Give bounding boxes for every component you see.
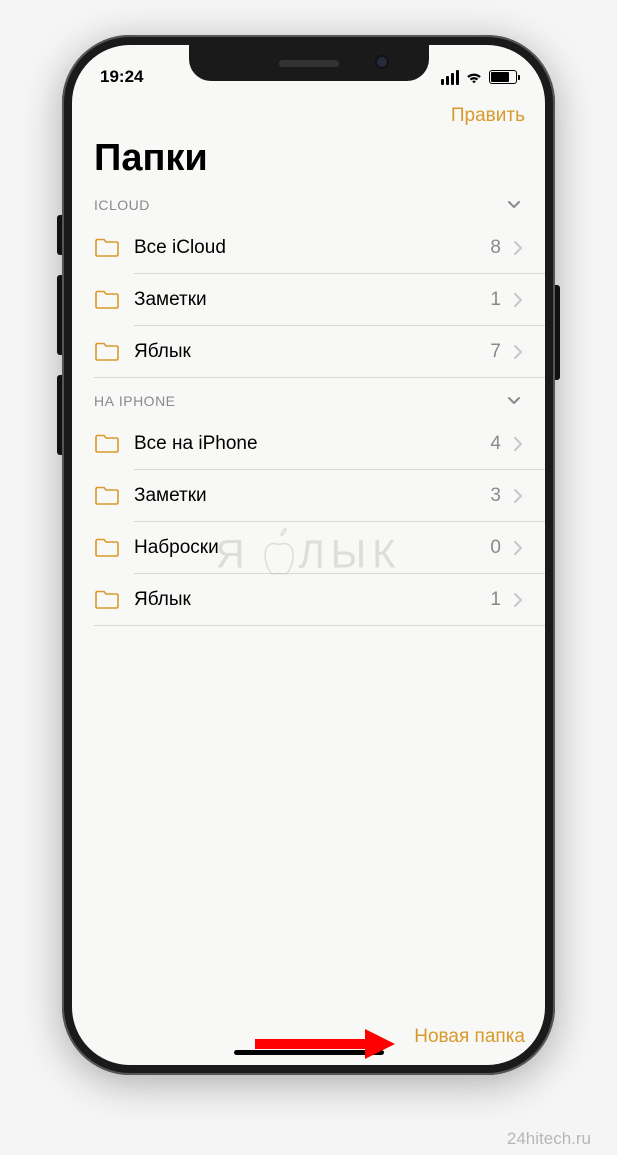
folder-row[interactable]: Заметки 3: [72, 470, 545, 522]
folder-count: 7: [490, 341, 501, 363]
folder-label: Заметки: [134, 289, 490, 311]
status-time: 19:24: [100, 67, 143, 87]
folder-icon: [94, 342, 120, 362]
folder-label: Яблык: [134, 341, 490, 363]
folder-label: Заметки: [134, 485, 490, 507]
chevron-right-icon: [513, 292, 523, 308]
folder-count: 0: [490, 537, 501, 559]
chevron-right-icon: [513, 540, 523, 556]
folder-row[interactable]: Все на iPhone 4: [72, 418, 545, 470]
folder-count: 1: [490, 289, 501, 311]
chevron-right-icon: [513, 488, 523, 504]
folder-icon: [94, 538, 120, 558]
folder-row[interactable]: Наброски 0: [72, 522, 545, 574]
front-camera: [375, 55, 389, 69]
folder-count: 4: [490, 433, 501, 455]
speaker-grille: [279, 60, 339, 67]
notch: [189, 45, 429, 81]
chevron-right-icon: [513, 240, 523, 256]
nav-bar: Править: [72, 95, 545, 133]
chevron-down-icon: [505, 196, 523, 214]
folder-row[interactable]: Яблык 1: [72, 574, 545, 626]
source-caption: 24hitech.ru: [507, 1129, 591, 1149]
new-folder-button[interactable]: Новая папка: [414, 1026, 525, 1048]
power-button: [555, 285, 560, 380]
folder-count: 3: [490, 485, 501, 507]
edit-button[interactable]: Править: [451, 105, 525, 127]
folder-count: 1: [490, 589, 501, 611]
folder-label: Все на iPhone: [134, 433, 490, 455]
folder-label: Яблык: [134, 589, 490, 611]
chevron-down-icon: [505, 392, 523, 410]
screen: 19:24 Править Папки ICLOUD: [72, 45, 545, 1065]
folder-list-icloud: Все iCloud 8 Заметки 1 Яблык 7: [72, 222, 545, 378]
folder-icon: [94, 486, 120, 506]
home-indicator[interactable]: [234, 1050, 384, 1055]
section-header-label: ICLOUD: [94, 197, 150, 213]
folder-icon: [94, 434, 120, 454]
folder-count: 8: [490, 237, 501, 259]
chevron-right-icon: [513, 436, 523, 452]
section-header-icloud[interactable]: ICLOUD: [72, 192, 545, 222]
folder-list-iphone: Все на iPhone 4 Заметки 3 Наброски 0: [72, 418, 545, 626]
status-indicators: [441, 70, 517, 85]
folder-row[interactable]: Яблык 7: [72, 326, 545, 378]
folder-row[interactable]: Все iCloud 8: [72, 222, 545, 274]
page-title: Папки: [72, 133, 545, 192]
folder-label: Наброски: [134, 537, 490, 559]
battery-icon: [489, 70, 517, 84]
empty-space: [72, 626, 545, 1009]
chevron-right-icon: [513, 344, 523, 360]
section-header-iphone[interactable]: НА IPHONE: [72, 378, 545, 418]
phone-frame: 19:24 Править Папки ICLOUD: [62, 35, 555, 1075]
folder-icon: [94, 590, 120, 610]
folder-label: Все iCloud: [134, 237, 490, 259]
bottom-toolbar: Новая папка: [72, 1009, 545, 1065]
wifi-icon: [465, 70, 483, 84]
folder-icon: [94, 290, 120, 310]
volume-down-button: [57, 375, 62, 455]
chevron-right-icon: [513, 592, 523, 608]
folder-icon: [94, 238, 120, 258]
section-header-label: НА IPHONE: [94, 393, 176, 409]
folder-row[interactable]: Заметки 1: [72, 274, 545, 326]
cellular-signal-icon: [441, 70, 459, 85]
